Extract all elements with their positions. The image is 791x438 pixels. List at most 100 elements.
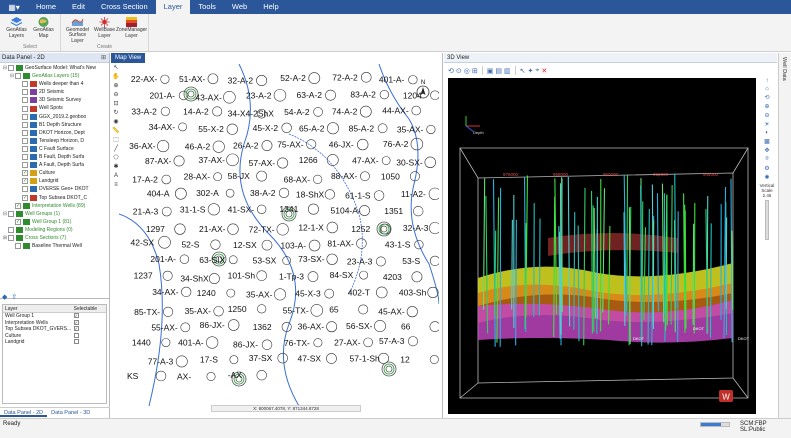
well-symbol[interactable] xyxy=(375,256,386,267)
well-symbol[interactable] xyxy=(225,188,235,198)
well-symbol[interactable] xyxy=(155,370,167,382)
well-symbol[interactable] xyxy=(256,204,267,214)
menu-help[interactable]: Help xyxy=(255,0,286,14)
layers-small-icon[interactable]: ≡ xyxy=(114,181,118,189)
well-symbol[interactable] xyxy=(160,106,170,116)
selected-well-symbol[interactable] xyxy=(385,365,393,373)
well-symbol[interactable] xyxy=(429,222,439,234)
well-symbol[interactable] xyxy=(212,140,225,153)
tree-item[interactable]: ⊞ Cross Sections (7) xyxy=(0,234,109,242)
well-symbol[interactable] xyxy=(226,288,236,298)
well-symbol[interactable] xyxy=(174,187,187,200)
arrow-down-icon[interactable]: ◆ xyxy=(2,293,7,303)
well-symbol[interactable] xyxy=(181,286,192,298)
well-trajectory[interactable] xyxy=(692,223,695,325)
front-view-icon[interactable]: ▣ xyxy=(487,67,494,75)
tree-checkbox[interactable] xyxy=(8,235,14,242)
camera-icon[interactable]: ⌾ xyxy=(765,156,769,163)
well-symbol[interactable] xyxy=(360,72,372,83)
tree-checkbox[interactable]: ✓ xyxy=(15,202,21,209)
tree-checkbox[interactable] xyxy=(22,162,28,169)
well-data-side-tab[interactable]: Well Data xyxy=(778,53,791,418)
tree-checkbox[interactable] xyxy=(8,210,14,217)
well-trajectory[interactable] xyxy=(626,175,629,312)
tree-checkbox[interactable] xyxy=(22,97,28,104)
tab-map-view[interactable]: Map View xyxy=(111,53,146,63)
tree-item[interactable]: ✓ Well Group 1 (81) xyxy=(0,218,109,226)
tree-item[interactable]: ✓ Top Subsea DKOT_C xyxy=(0,194,109,202)
tree-checkbox[interactable] xyxy=(22,129,28,136)
home-icon[interactable]: ⌂ xyxy=(765,86,769,92)
well-symbol[interactable] xyxy=(227,223,239,235)
zoom-in-3d-icon[interactable]: ⊕ xyxy=(764,103,769,110)
app-menu-icon[interactable]: ▦▾ xyxy=(0,0,28,14)
well-symbol[interactable] xyxy=(356,238,367,249)
well-symbol[interactable] xyxy=(207,73,219,85)
well-symbol[interactable] xyxy=(261,339,273,350)
well-symbol[interactable] xyxy=(206,371,216,381)
tree-item[interactable]: ⊟ GeoAtlas Layers (15) xyxy=(0,72,109,80)
well-symbol[interactable] xyxy=(223,91,236,104)
sun-icon[interactable]: ✺ xyxy=(764,174,769,181)
well-trajectory[interactable] xyxy=(592,205,595,332)
selectable-checkbox[interactable] xyxy=(73,332,79,338)
vertical-scale-slider[interactable] xyxy=(765,200,769,240)
menu-edit[interactable]: Edit xyxy=(64,0,93,14)
well-symbol[interactable] xyxy=(256,75,268,86)
well-symbol[interactable] xyxy=(158,236,171,249)
well-symbol[interactable] xyxy=(326,321,338,333)
well-symbol[interactable] xyxy=(357,138,369,151)
tab-data-panel-3d[interactable]: Data Panel - 3D xyxy=(47,408,94,417)
3d-scene[interactable]: 976000 968000 960000 952000 944000 Depth DKO… xyxy=(448,78,756,414)
tree-checkbox[interactable] xyxy=(15,243,21,250)
selectable-checkbox[interactable]: ✓ xyxy=(73,326,79,331)
fill-icon[interactable]: ▩ xyxy=(764,138,770,145)
table-row[interactable]: Landgrid xyxy=(3,339,106,346)
well-symbol[interactable] xyxy=(358,304,369,315)
geomodel-surface-layer-button[interactable]: Geomodel Surface Layer xyxy=(64,14,91,44)
tree-item[interactable]: A Fault, Depth Surfa xyxy=(0,161,109,169)
well-symbol[interactable] xyxy=(310,304,324,317)
well-symbol[interactable] xyxy=(326,221,339,234)
tree-item[interactable]: ✓ Landgrid xyxy=(0,177,109,185)
tree-item[interactable]: 2D Seismic xyxy=(0,88,109,96)
well-symbol[interactable] xyxy=(163,306,174,317)
wellbase-layer-button[interactable]: WellBase Layer xyxy=(91,14,118,44)
well-symbol[interactable] xyxy=(180,322,191,333)
selected-well-symbol[interactable] xyxy=(383,363,395,375)
well-symbol[interactable] xyxy=(326,154,339,166)
tree-checkbox[interactable] xyxy=(22,81,28,88)
well-symbol[interactable] xyxy=(226,123,238,135)
select-icon[interactable]: ⬚ xyxy=(113,136,119,144)
tree-checkbox[interactable] xyxy=(22,121,28,128)
well-symbol[interactable] xyxy=(429,354,439,364)
well-symbol[interactable] xyxy=(359,205,370,216)
well-symbol[interactable] xyxy=(174,223,186,235)
map-canvas[interactable]: 22-AX- 51-AX- 32-A-2 52-A-2 72-A-2 401-A- 201-… xyxy=(119,64,439,406)
well-symbol[interactable] xyxy=(325,89,336,101)
selected-well-symbol[interactable] xyxy=(380,225,388,233)
well-icon[interactable]: ✱ xyxy=(113,163,118,171)
tree-item[interactable]: ⊟ Well Groups (1) xyxy=(0,210,109,218)
zoom-box-icon[interactable]: ⊡ xyxy=(113,100,118,108)
well-trajectory[interactable] xyxy=(684,210,687,329)
well-symbol[interactable] xyxy=(256,270,267,281)
globe-icon[interactable]: ◉ xyxy=(113,118,118,126)
well-symbol[interactable] xyxy=(406,306,418,318)
refresh-icon[interactable]: ↻ xyxy=(113,109,118,117)
well-symbol[interactable] xyxy=(428,187,439,201)
well-trajectory[interactable] xyxy=(561,177,563,313)
well-symbol[interactable] xyxy=(227,319,240,331)
well-symbol[interactable] xyxy=(173,155,185,167)
selectable-checkbox[interactable] xyxy=(73,339,79,344)
tree-item[interactable]: Well Spots xyxy=(0,104,109,112)
well-symbol[interactable] xyxy=(326,253,338,265)
tree-item[interactable]: GGX_2019.2.geoboo xyxy=(0,113,109,121)
well-symbol[interactable] xyxy=(157,140,170,153)
tree-checkbox[interactable] xyxy=(15,73,21,80)
menu-layer[interactable]: Layer xyxy=(155,0,191,14)
well-symbol[interactable] xyxy=(226,153,239,167)
zonemanager-layer-button[interactable]: ZoneManager Layer xyxy=(116,14,147,44)
well-symbol[interactable] xyxy=(161,206,172,217)
selectable-checkbox[interactable]: ✓ xyxy=(73,313,79,318)
